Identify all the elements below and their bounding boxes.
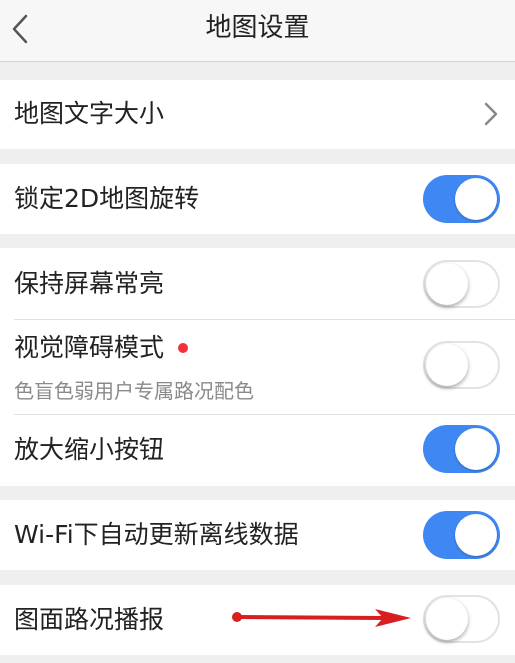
setting-label-traffic-broadcast: 图面路况播报 xyxy=(14,605,165,634)
setting-label-visual-impairment: 视觉障碍模式 xyxy=(14,333,165,362)
toggle-knob xyxy=(455,514,497,556)
setting-row-lock-2d-rotation: 锁定2D地图旋转 xyxy=(0,164,515,234)
toggle-knob xyxy=(455,428,497,470)
chevron-right-icon xyxy=(484,102,498,126)
page-title: 地图设置 xyxy=(205,13,310,43)
settings-group-display: 保持屏幕常亮 视觉障碍模式 色盲色弱用户专属路况配色 放大缩小按钮 xyxy=(0,248,515,486)
new-badge-dot xyxy=(178,343,188,353)
setting-row-text-size[interactable]: 地图文字大小 xyxy=(0,80,515,149)
toggle-knob xyxy=(426,598,468,640)
zoom-buttons-toggle[interactable] xyxy=(423,425,500,473)
toggle-knob xyxy=(455,178,497,220)
setting-label-text-size: 地图文字大小 xyxy=(14,99,165,128)
setting-label-lock-2d-rotation: 锁定2D地图旋转 xyxy=(14,184,200,213)
setting-label-keep-screen-on: 保持屏幕常亮 xyxy=(14,269,165,298)
setting-label-wifi-auto-update: Wi-Fi下自动更新离线数据 xyxy=(14,520,299,549)
row-divider xyxy=(14,319,515,320)
visual-impairment-toggle[interactable] xyxy=(423,341,500,389)
header-bar: 地图设置 xyxy=(0,0,515,62)
toggle-knob xyxy=(426,263,468,305)
setting-label-zoom-buttons: 放大缩小按钮 xyxy=(14,435,165,464)
lock-2d-rotation-toggle[interactable] xyxy=(423,175,500,223)
wifi-auto-update-toggle[interactable] xyxy=(423,511,500,559)
annotation-arrow xyxy=(232,609,411,627)
row-divider xyxy=(14,414,515,415)
toggle-knob xyxy=(426,344,468,386)
keep-screen-on-toggle[interactable] xyxy=(423,260,500,308)
setting-row-wifi-auto-update: Wi-Fi下自动更新离线数据 xyxy=(0,500,515,570)
traffic-broadcast-toggle[interactable] xyxy=(423,595,500,643)
setting-subtitle-visual-impairment: 色盲色弱用户专属路况配色 xyxy=(14,379,254,403)
